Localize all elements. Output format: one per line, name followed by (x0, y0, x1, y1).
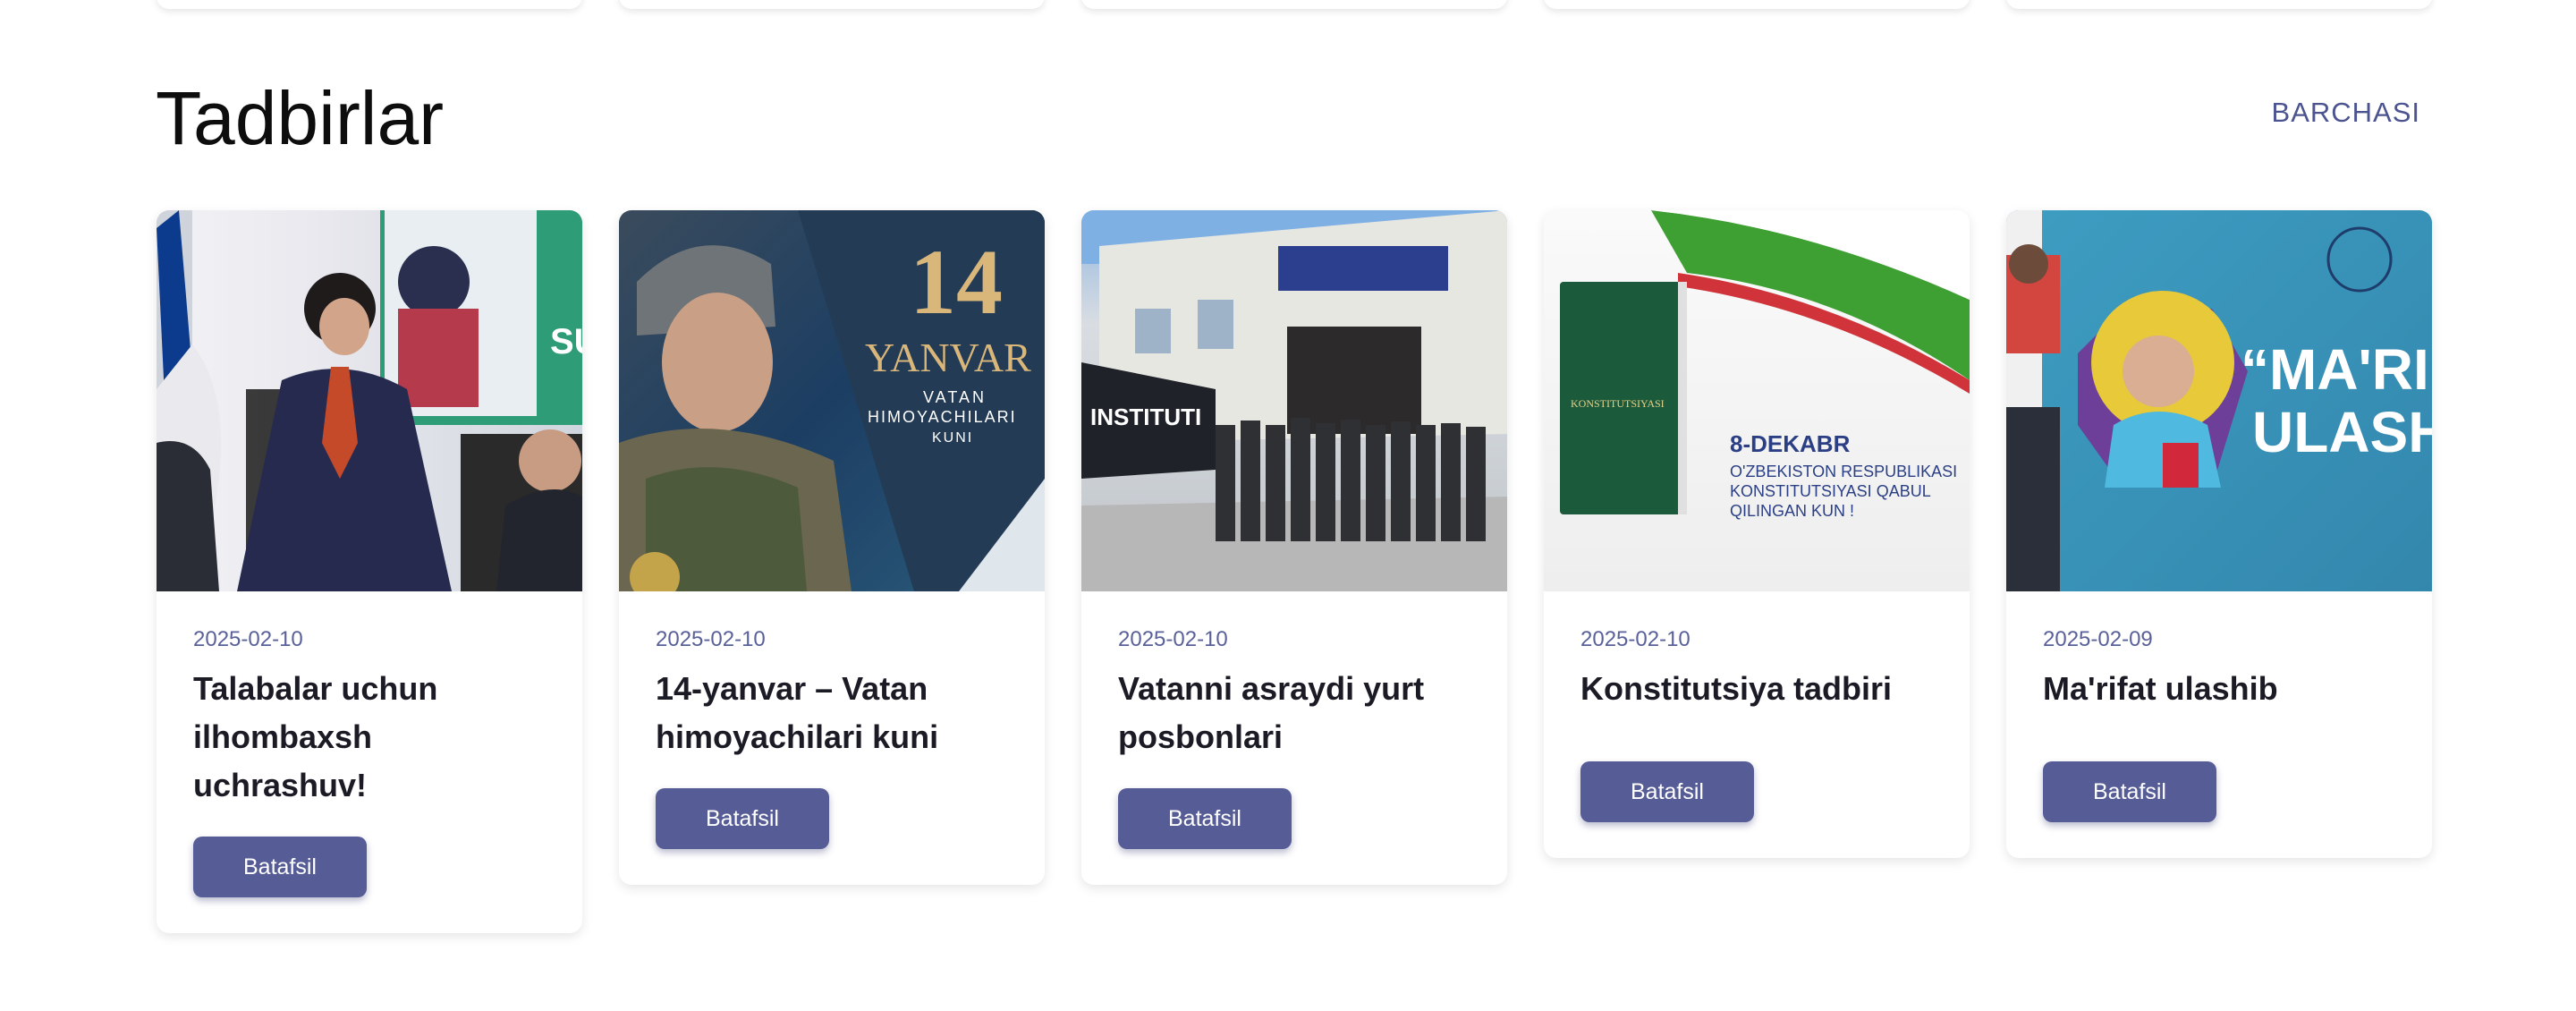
event-title[interactable]: Konstitutsiya tadbiri (1580, 665, 1933, 713)
see-all-link[interactable]: BARCHASI (2272, 97, 2420, 129)
event-title[interactable]: Talabalar uchun ilhombaxsh uchrashuv! (193, 665, 546, 810)
event-date: 2025-02-10 (193, 627, 303, 651)
image-line: O'ZBEKISTON RESPUBLIKASI (1730, 463, 1957, 480)
previous-card (1544, 0, 1970, 9)
event-image[interactable]: “MA'RIF ULASH (2006, 210, 2432, 591)
event-image[interactable]: KONSTITUTSIYASI 8-DEKABR O'ZBEKISTON RES… (1544, 210, 1970, 591)
details-button[interactable]: Batafsil (1580, 761, 1754, 822)
image-line: QILINGAN KUN ! (1730, 502, 1854, 520)
image-text: INSTITUTI (1090, 404, 1201, 430)
event-image[interactable]: INSTITUTI (1081, 210, 1507, 591)
event-card[interactable]: “MA'RIF ULASH 2025-02-09 Ma'rifat ulashi… (2006, 210, 2432, 858)
event-card[interactable]: INSTITUTI 2025-02-10 Vatanni asraydi yur… (1081, 210, 1507, 885)
event-date: 2025-02-09 (2043, 627, 2153, 651)
image-caption: VATAN (923, 388, 987, 406)
image-text: SU (550, 322, 582, 361)
event-card[interactable]: 14 YANVAR VATAN HIMOYACHILARI KUNI 2025-… (619, 210, 1045, 885)
event-image[interactable]: SU (157, 210, 582, 591)
previous-card (1081, 0, 1507, 9)
event-card[interactable]: SU 2025-02-10 Talabalar uchun ilhombaxsh… (157, 210, 582, 933)
image-line: 8-DEKABR (1730, 430, 1851, 457)
event-title[interactable]: Ma'rifat ulashib (2043, 665, 2395, 713)
event-title[interactable]: Vatanni asraydi yurt posbonlari (1118, 665, 1470, 761)
details-button[interactable]: Batafsil (656, 788, 829, 849)
image-book-title: KONSTITUTSIYASI (1571, 397, 1665, 410)
details-button[interactable]: Batafsil (1118, 788, 1292, 849)
event-image[interactable]: 14 YANVAR VATAN HIMOYACHILARI KUNI (619, 210, 1045, 591)
event-date: 2025-02-10 (1118, 627, 1228, 651)
image-line: “MA'RIF (2241, 337, 2432, 402)
details-button[interactable]: Batafsil (193, 837, 367, 897)
event-date: 2025-02-10 (1580, 627, 1690, 651)
event-date: 2025-02-10 (656, 627, 766, 651)
image-line: KONSTITUTSIYASI QABUL (1730, 482, 1931, 500)
event-card[interactable]: KONSTITUTSIYASI 8-DEKABR O'ZBEKISTON RES… (1544, 210, 1970, 858)
image-subtext: YANVAR (865, 335, 1031, 380)
image-line: ULASH (2252, 400, 2432, 464)
event-title[interactable]: 14-yanvar – Vatan himoyachilari kuni (656, 665, 1008, 761)
image-caption: KUNI (932, 430, 973, 446)
previous-card (619, 0, 1045, 9)
image-text: 14 (910, 231, 1003, 334)
details-button[interactable]: Batafsil (2043, 761, 2216, 822)
previous-section-cards (0, 0, 2576, 11)
previous-card (157, 0, 582, 9)
section-title: Tadbirlar (156, 76, 445, 160)
image-caption: HIMOYACHILARI (868, 408, 1017, 426)
previous-card (2006, 0, 2432, 9)
